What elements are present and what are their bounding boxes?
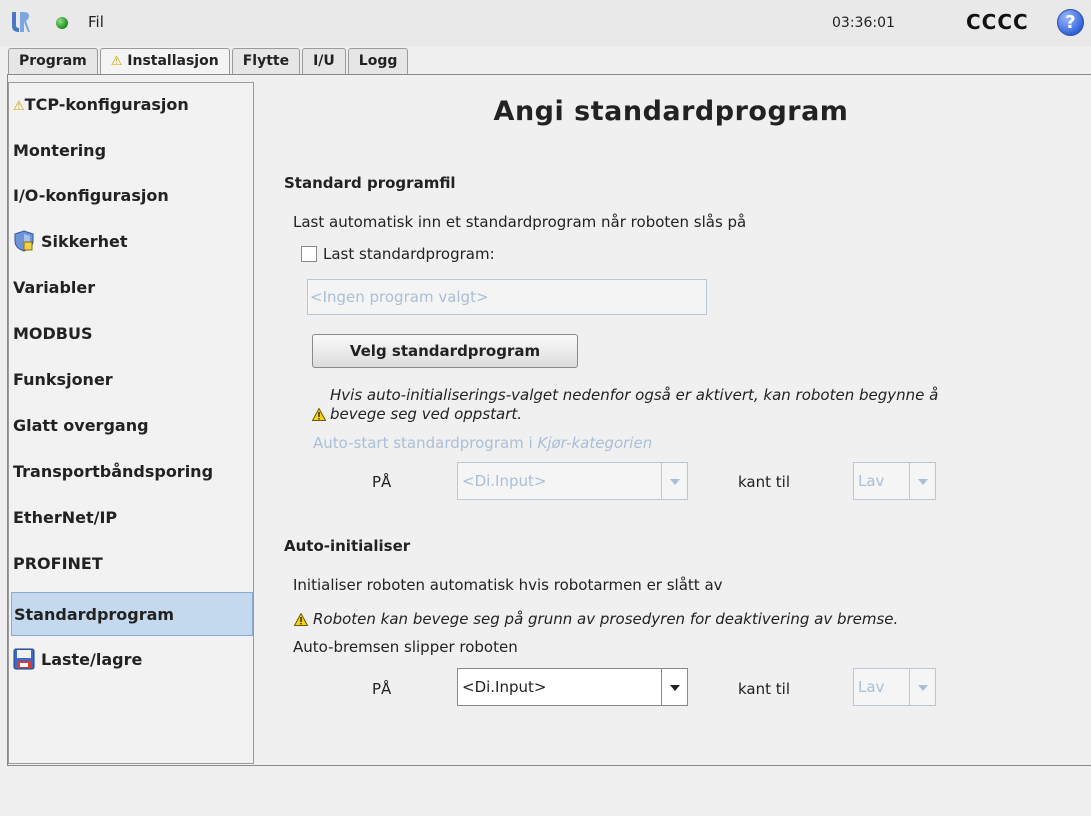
autostart-edge-select: Lav [853,462,936,500]
section-title-program-file: Standard programfil [284,174,456,192]
safety-shield-icon [14,229,34,252]
sidebar-item-sikkerhet[interactable]: Sikkerhet [11,220,253,264]
load-default-program-checkbox[interactable] [301,246,317,262]
robot-name: CCCC [966,10,1029,34]
program-file-field: <Ingen program valgt> [307,279,707,315]
floppy-disk-icon [13,648,35,669]
sidebar-item-transportband[interactable]: Transportbåndsporing [11,450,253,494]
sidebar-item-profinet[interactable]: PROFINET [11,542,253,586]
sidebar-item-funksjoner[interactable]: Funksjoner [11,358,253,402]
sidebar-item-montering[interactable]: Montering [11,129,253,173]
file-menu[interactable]: Fil [88,13,104,31]
section-title-auto-init: Auto-initialiser [284,537,411,555]
sidebar-item-tcp[interactable]: ⚠TCP-konfigurasjon [11,83,253,127]
autoinit-warning-line2: bevege seg ved oppstart. [330,405,523,423]
autostart-on-label: PÅ [372,473,392,491]
tab-iu[interactable]: I/U [302,48,346,74]
autoinit-input-select[interactable]: <Di.Input> [457,668,688,706]
load-default-program-label[interactable]: Last standardprogram: [323,245,495,263]
section1-description: Last automatisk inn et standardprogram n… [293,213,747,231]
sidebar: ⚠TCP-konfigurasjon Montering I/O-konfigu… [8,82,254,764]
sidebar-item-laste-lagre[interactable]: Laste/lagre [11,638,253,682]
chevron-down-icon [909,669,935,705]
sidebar-item-modbus[interactable]: MODBUS [11,312,253,356]
warning-icon: ⚠ [13,99,25,114]
warning-icon [312,408,326,421]
autostart-input-select: <Di.Input> [457,462,688,500]
content-panel: Angi standardprogram Standard programfil… [256,82,1086,764]
warning-icon [294,613,308,626]
brake-warning: Roboten kan bevege seg på grunn av prose… [313,610,899,628]
autostart-label: Auto-start standardprogram i Kjør-katego… [313,434,653,452]
help-question-icon[interactable]: ? [1057,9,1084,36]
chevron-down-icon[interactable] [661,669,687,705]
tab-logg[interactable]: Logg [347,48,409,74]
ur-logo-icon [12,12,30,32]
sidebar-item-ethernet-ip[interactable]: EtherNet/IP [11,496,253,540]
status-green-dot-icon[interactable] [56,17,68,29]
bottom-bar [0,767,1091,816]
sidebar-item-variabler[interactable]: Variabler [11,266,253,310]
warning-icon: ⚠ [110,54,123,69]
autoinit-edge-label: kant til [738,680,790,698]
tab-program[interactable]: Program [8,48,98,74]
chevron-down-icon [909,463,935,499]
clock: 03:36:01 [832,15,895,31]
autoinit-on-label: PÅ [372,680,392,698]
tab-installasjon[interactable]: ⚠ Installasjon [99,48,230,76]
sidebar-item-io-config[interactable]: I/O-konfigurasjon [11,174,253,218]
tab-bar: Program ⚠ Installasjon Flytte I/U Logg [8,48,409,76]
page-title: Angi standardprogram [493,96,849,127]
chevron-down-icon [661,463,687,499]
sidebar-item-standardprogram[interactable]: Standardprogram [11,592,253,636]
select-default-program-button[interactable]: Velg standardprogram [312,334,578,368]
top-bar: Fil 03:36:01 CCCC ? [0,0,1091,46]
sidebar-item-glatt-overgang[interactable]: Glatt overgang [11,404,253,448]
brake-release-label: Auto-bremsen slipper roboten [293,638,518,656]
autoinit-warning-line1: Hvis auto-initialiserings-valget nedenfo… [330,386,939,404]
section2-description: Initialiser roboten automatisk hvis robo… [293,576,723,594]
tab-flytte[interactable]: Flytte [231,48,301,74]
autoinit-edge-select: Lav [853,668,936,706]
autostart-edge-label: kant til [738,473,790,491]
